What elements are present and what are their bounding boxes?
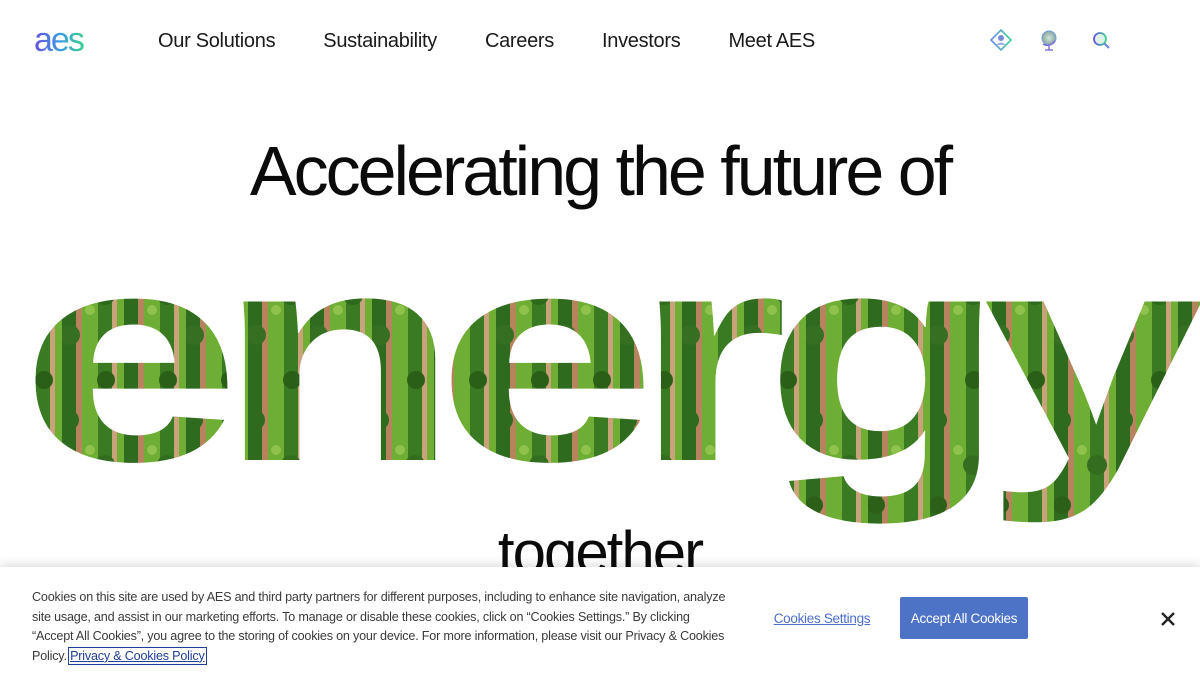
user-icon[interactable] xyxy=(990,29,1012,51)
privacy-policy-link[interactable]: Privacy & Cookies Policy xyxy=(68,646,207,665)
nav-sustainability[interactable]: Sustainability xyxy=(323,30,437,53)
close-icon[interactable] xyxy=(1156,607,1180,631)
main-nav: Our Solutions Sustainability Careers Inv… xyxy=(158,30,863,53)
nav-investors[interactable]: Investors xyxy=(602,30,681,53)
cookie-message: Cookies on this site are used by AES and… xyxy=(32,588,728,666)
accept-all-cookies-button[interactable]: Accept All Cookies xyxy=(900,597,1028,639)
globe-icon[interactable] xyxy=(1038,29,1060,51)
nav-meet-aes[interactable]: Meet AES xyxy=(728,30,815,53)
hero-headline: Accelerating the future of xyxy=(249,132,953,210)
search-icon[interactable] xyxy=(1090,29,1112,51)
logo-text: aes xyxy=(34,22,84,56)
nav-careers[interactable]: Careers xyxy=(485,30,554,53)
aes-logo[interactable]: aes xyxy=(34,22,96,56)
hero-energy-word: energy xyxy=(20,240,1200,526)
cookie-banner: Cookies on this site are used by AES and… xyxy=(0,567,1200,675)
nav-our-solutions[interactable]: Our Solutions xyxy=(158,30,276,53)
energy-text: energy xyxy=(20,240,1200,526)
site-header: aes Our Solutions Sustainability Careers… xyxy=(0,0,1200,84)
cookies-settings-button[interactable]: Cookies Settings xyxy=(770,607,874,629)
